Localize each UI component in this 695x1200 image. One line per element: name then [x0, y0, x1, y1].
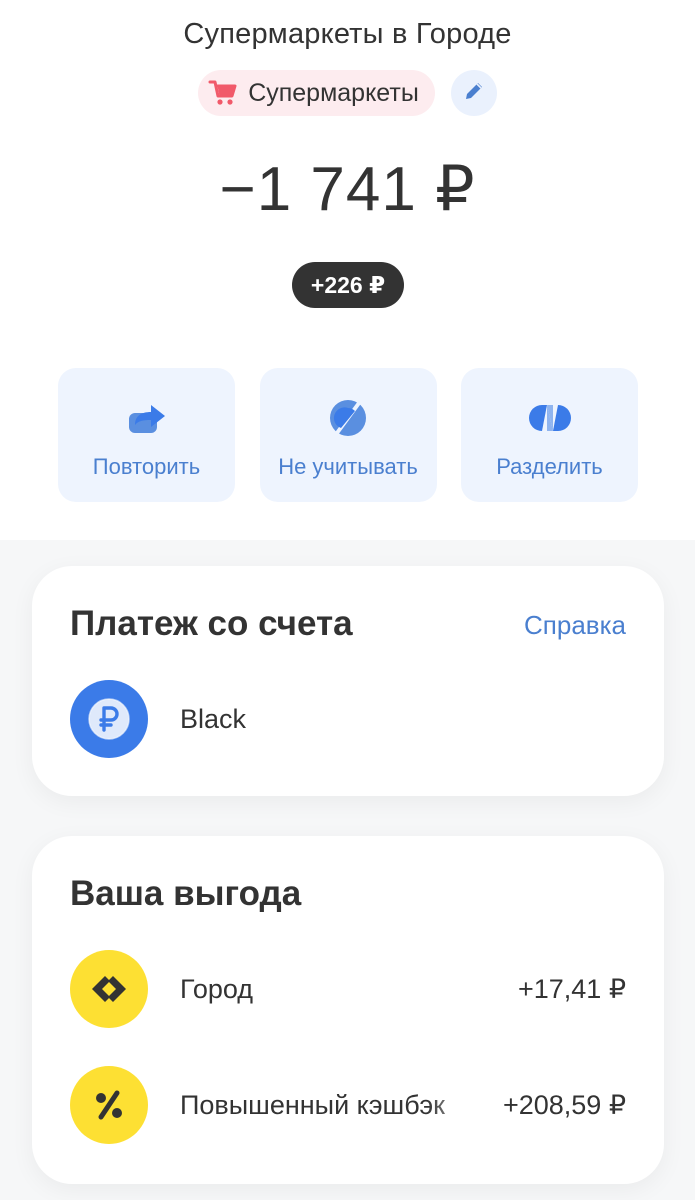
cashback-badge[interactable]: +226 ₽ — [292, 262, 404, 308]
repeat-icon — [127, 398, 167, 438]
exclude-icon — [327, 398, 369, 438]
repeat-button[interactable]: Повторить — [58, 368, 235, 502]
split-icon — [527, 398, 573, 438]
split-label: Разделить — [496, 454, 603, 479]
benefit-name: Повышенный кэшбэк — [180, 1089, 445, 1120]
transaction-header: Супермаркеты в Городе Супермаркеты −1 74… — [0, 0, 695, 540]
payment-source-card: Платеж со счета Справка Black — [32, 566, 664, 796]
benefit-title: Ваша выгода — [70, 874, 302, 913]
percent-icon — [70, 1066, 148, 1144]
account-row[interactable]: Black — [70, 680, 626, 758]
ruble-icon — [70, 680, 148, 758]
edit-button[interactable] — [450, 70, 497, 116]
account-name: Black — [180, 703, 247, 734]
split-button[interactable]: Разделить — [461, 368, 638, 502]
benefit-value: +17,41 ₽ — [517, 973, 626, 1004]
benefit-name: Город — [180, 973, 254, 1004]
benefit-card: Ваша выгода Город +17,41 ₽ Повышенный кэ… — [32, 836, 664, 1184]
merchant-name: Супермаркеты в Городе — [183, 18, 512, 50]
cart-icon — [208, 79, 238, 107]
gorod-icon — [70, 950, 148, 1028]
exclude-button[interactable]: Не учитывать — [259, 368, 437, 502]
help-link[interactable]: Справка — [524, 610, 626, 641]
category-row: Супермаркеты — [0, 70, 695, 116]
transaction-amount: −1 741 ₽ — [219, 155, 476, 224]
payment-source-title: Платеж со счета — [70, 604, 353, 643]
category-label: Супермаркеты — [248, 78, 419, 107]
benefit-row[interactable]: Город +17,41 ₽ — [70, 950, 626, 1028]
pencil-icon — [462, 79, 486, 108]
benefit-row[interactable]: Повышенный кэшбэк +208,59 ₽ — [70, 1066, 626, 1144]
category-chip[interactable]: Супермаркеты — [198, 70, 435, 116]
repeat-label: Повторить — [92, 454, 201, 479]
benefit-value: +208,59 ₽ — [502, 1089, 626, 1120]
action-buttons: Повторить Не учитывать Разделить — [58, 368, 638, 502]
exclude-label: Не учитывать — [278, 454, 418, 479]
